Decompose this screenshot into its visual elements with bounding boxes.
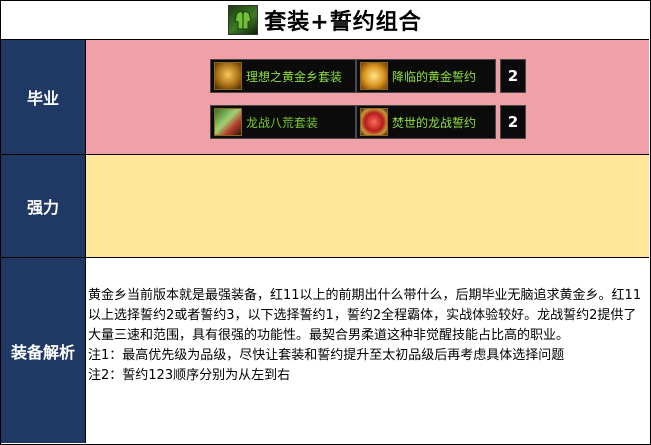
golden-armor-icon	[214, 62, 242, 90]
item-name: 降临的黄金誓约	[392, 69, 477, 84]
row-label-text: 装备解析	[10, 342, 75, 362]
row-strong: 强力	[1, 155, 649, 258]
golden-pledge-icon	[360, 62, 388, 90]
green-armor-icon	[228, 5, 259, 35]
page-title: 套装+誓约组合	[264, 10, 422, 35]
row-analysis: 装备解析 黄金乡当前版本就是最强装备，红11以上的前期出什么带什么，后期毕业无脑…	[1, 258, 649, 443]
dragon-armor-icon	[214, 108, 242, 136]
item-name: 焚世的龙战誓约	[392, 115, 477, 130]
pledge-count: 2	[500, 59, 526, 93]
pledge-item-golden[interactable]: 降临的黄金誓约	[356, 59, 496, 93]
dragon-pledge-icon	[360, 108, 388, 136]
analysis-paragraph: 黄金乡当前版本就是最强装备，红11以上的前期出什么带什么，后期毕业无脑追求黄金乡…	[88, 288, 642, 343]
note-1: 注1：最高优先级为品级，尽快让套装和誓约提升至太初品级后再考虑具体选择问题	[88, 348, 565, 363]
row-label-text: 毕业	[26, 89, 59, 108]
title-row: 套装+誓约组合	[1, 1, 649, 40]
row-label: 强力	[1, 155, 86, 257]
note-2: 注2：誓约123顺序分别为从左到右	[88, 368, 291, 383]
row-content	[86, 155, 649, 257]
pledge-item-dragon[interactable]: 焚世的龙战誓约	[356, 105, 496, 139]
item-name: 龙战八荒套装	[246, 115, 319, 130]
row-content: 黄金乡当前版本就是最强装备，红11以上的前期出什么带什么，后期毕业无脑追求黄金乡…	[86, 258, 649, 443]
pledge-count: 2	[500, 105, 526, 139]
item-name: 理想之黄金乡套装	[246, 69, 343, 84]
analysis-text: 黄金乡当前版本就是最强装备，红11以上的前期出什么带什么，后期毕业无脑追求黄金乡…	[88, 286, 648, 386]
set-item-dragon[interactable]: 龙战八荒套装	[210, 105, 356, 139]
row-content: 理想之黄金乡套装 降临的黄金誓约 2 龙战八荒套装 焚世的龙战誓约 2	[86, 40, 649, 154]
row-label: 装备解析	[1, 258, 86, 443]
row-label: 毕业	[1, 40, 86, 154]
row-label-text: 强力	[26, 198, 59, 217]
set-item-golden[interactable]: 理想之黄金乡套装	[210, 59, 356, 93]
row-graduate: 毕业 理想之黄金乡套装 降临的黄金誓约 2 龙战八荒套装 焚世的龙战誓约 2	[1, 40, 649, 155]
